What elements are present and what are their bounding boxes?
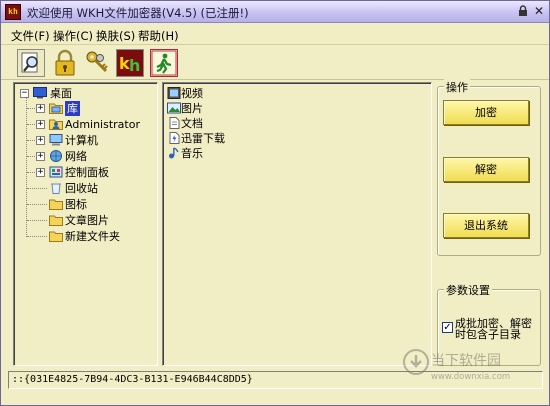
operations-group: 操作 加密 解密 退出系统 [437,79,541,256]
folder-icon [49,231,63,242]
search-icon [21,52,38,73]
tree-label: 回收站 [65,182,98,195]
folder-tree[interactable]: − 桌面 + 库 + Administrator + 计算机 + 网络 + 控制… [13,82,158,366]
tree-item-control-panel[interactable]: + 控制面板 [16,165,156,180]
user-folder-icon [49,119,63,130]
keys-icon [86,51,108,73]
folder-icon [49,199,63,210]
collapse-toggle[interactable]: − [20,89,29,98]
tree-label: Administrator [65,118,140,131]
app-logo-icon: kh [5,4,21,20]
lock-window-icon[interactable] [516,5,530,19]
exit-system-button[interactable]: 退出系统 [443,213,529,238]
music-icon [169,147,179,159]
download-icon [169,132,180,144]
desktop-icon [33,87,47,99]
padlock-icon [519,5,527,16]
computer-icon [49,134,63,146]
tree-item-folder-icons[interactable]: 图标 [16,197,156,212]
list-item-label: 音乐 [181,147,203,160]
toolbar: k h [1,46,549,80]
decrypt-tool-button[interactable] [83,49,111,77]
svg-text:h: h [129,56,140,75]
app-window: kh 欢迎使用 WKH文件加密器(V4.5) (已注册!) ✕ 文件(F) 操作… [0,0,550,406]
about-tool-button[interactable]: k h [116,49,144,77]
tree-connector [27,236,47,237]
include-subdirs-label[interactable]: 成批加密、解密时包含子目录 [455,318,537,340]
tree-label: 计算机 [65,134,98,147]
tree-label: 新建文件夹 [65,230,120,243]
watermark-text: 当下软件园 [431,353,501,369]
operations-legend: 操作 [444,79,470,95]
kh-logo-icon: k h [117,50,143,76]
tree-label: 桌面 [50,87,72,100]
document-icon [169,117,180,129]
encrypt-button[interactable]: 加密 [443,100,529,125]
list-item-label: 视频 [181,87,203,100]
recycle-bin-icon [51,183,61,194]
network-icon [50,150,62,162]
tree-label: 文章图片 [65,214,109,227]
close-button[interactable]: ✕ [532,5,546,19]
tree-item-computer[interactable]: + 计算机 [16,133,156,148]
expand-toggle[interactable]: + [36,104,45,113]
expand-toggle[interactable]: + [36,152,45,161]
expand-toggle[interactable]: + [36,136,45,145]
encrypt-tool-button[interactable] [52,49,80,77]
library-icon [49,103,63,114]
exit-icon [151,50,177,76]
tree-connector [27,188,47,189]
video-icon [167,87,181,99]
window-title: 欢迎使用 WKH文件加密器(V4.5) (已注册!) [27,6,249,20]
search-tool-button[interactable] [17,49,45,77]
tree-root[interactable]: − 桌面 [16,86,156,101]
list-item-label: 图片 [181,102,203,115]
lock-icon [55,49,75,76]
list-item-label: 迅雷下载 [181,132,225,145]
exit-tool-button[interactable] [150,49,178,77]
tree-connector [27,220,47,221]
decrypt-button[interactable]: 解密 [443,157,529,182]
tree-item-recycle-bin[interactable]: 回收站 [16,181,156,196]
menu-file[interactable]: 文件(F) [11,28,50,44]
menu-bar: 文件(F) 操作(C) 换肤(S) 帮助(H) [1,25,549,45]
tree-label: 图标 [65,198,87,211]
status-bar: ::{031E4825-7B94-4DC3-B131-E946B44C8DD5} [8,371,543,389]
params-legend: 参数设置 [444,282,492,298]
folder-icon [49,215,63,226]
tree-item-library[interactable]: + 库 [16,101,156,116]
title-bar[interactable]: kh 欢迎使用 WKH文件加密器(V4.5) (已注册!) ✕ [1,1,549,23]
tree-item-network[interactable]: + 网络 [16,149,156,164]
tree-item-administrator[interactable]: + Administrator [16,117,156,132]
menu-help[interactable]: 帮助(H) [138,28,179,44]
tree-item-new-folder[interactable]: 新建文件夹 [16,229,156,244]
menu-skin[interactable]: 换肤(S) [96,28,135,44]
tree-connector [27,204,47,205]
control-panel-icon [49,166,63,178]
tree-label: 库 [65,101,80,116]
expand-toggle[interactable]: + [36,168,45,177]
tree-label: 网络 [65,150,87,163]
file-list[interactable]: 视频 图片 文档 迅雷下载 音乐 [162,82,432,366]
include-subdirs-checkbox[interactable]: ✓ [442,322,453,333]
picture-icon [167,102,181,114]
expand-toggle[interactable]: + [36,120,45,129]
menu-operation[interactable]: 操作(C) [53,28,93,44]
list-item-label: 文档 [181,117,203,130]
tree-label: 控制面板 [65,166,109,179]
tree-item-article-images[interactable]: 文章图片 [16,213,156,228]
